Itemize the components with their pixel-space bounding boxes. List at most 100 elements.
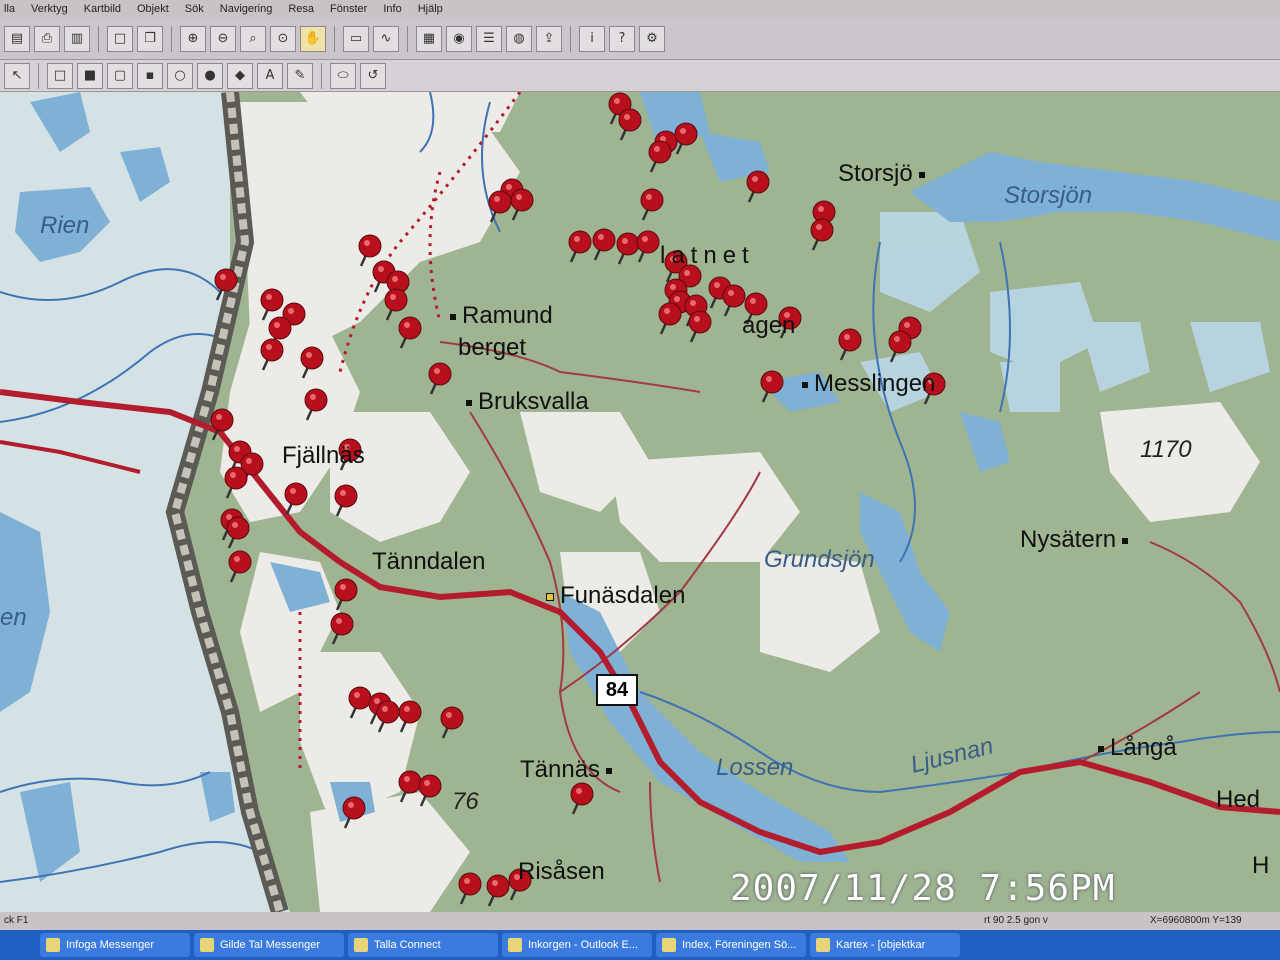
filled-rounded-rect-icon[interactable]: ▪	[137, 62, 163, 89]
window-icon	[46, 938, 60, 952]
map-pushpin[interactable]	[214, 268, 238, 301]
menu-item-6[interactable]: Resa	[288, 3, 314, 15]
zoom-out-icon[interactable]: ⊖	[210, 25, 236, 52]
list-icon[interactable]: ☰	[476, 25, 502, 52]
map-pushpin[interactable]	[260, 338, 284, 371]
map-canvas[interactable]: Ramund berget Bruksvalla Fjällnäs Tännda…	[0, 92, 1280, 912]
taskbar-button-1[interactable]: Gilde Tal Messenger	[194, 933, 344, 957]
pen-icon[interactable]: ✎	[287, 62, 313, 89]
place-langa: Långå	[1092, 734, 1177, 762]
place-ramundberget-1: Ramund	[444, 302, 553, 330]
water-grundsjon: Grundsjön	[764, 546, 875, 573]
map-pushpin[interactable]	[636, 230, 660, 263]
measure-icon[interactable]: ∿	[373, 25, 399, 52]
map-pushpin[interactable]	[348, 686, 372, 719]
map-pushpin[interactable]	[210, 408, 234, 441]
filled-circle-icon[interactable]: ●	[197, 62, 223, 89]
preview-icon[interactable]: ▥	[64, 25, 90, 52]
map-pushpin[interactable]	[440, 706, 464, 739]
map-pushpin[interactable]	[810, 218, 834, 251]
map-pushpin[interactable]	[330, 612, 354, 645]
map-pushpin[interactable]	[342, 796, 366, 829]
map-pushpin[interactable]	[458, 872, 482, 905]
menu-item-1[interactable]: Verktyg	[31, 3, 68, 15]
map-pushpin[interactable]	[304, 388, 328, 421]
map-pushpin[interactable]	[226, 516, 250, 549]
map-pushpin[interactable]	[568, 230, 592, 263]
taskbar-button-2[interactable]: Talla Connect	[348, 933, 498, 957]
settings-icon[interactable]: ⚙	[639, 25, 665, 52]
map-pushpin[interactable]	[398, 316, 422, 349]
print-icon[interactable]: ⎙	[34, 25, 60, 52]
map-pushpin[interactable]	[300, 346, 324, 379]
map-pushpin[interactable]	[486, 874, 510, 907]
place-fjallnas: Fjällnäs	[282, 442, 365, 469]
menu-item-0[interactable]: lla	[4, 3, 15, 15]
taskbar-button-5[interactable]: Kartex - [objektkar	[810, 933, 960, 957]
globe-icon[interactable]: ◍	[506, 25, 532, 52]
menu-item-7[interactable]: Fönster	[330, 3, 367, 15]
zoom-icon[interactable]: ⌕	[240, 25, 266, 52]
map-pushpin[interactable]	[334, 484, 358, 517]
map-pushpin[interactable]	[838, 328, 862, 361]
map-pushpin[interactable]	[760, 370, 784, 403]
map-pushpin[interactable]	[358, 234, 382, 267]
layers-icon[interactable]: ▦	[416, 25, 442, 52]
export-icon[interactable]: ⇪	[536, 25, 562, 52]
menu-item-2[interactable]: Kartbild	[84, 3, 121, 15]
ellipse-icon[interactable]: ⬭	[330, 62, 356, 89]
help-icon[interactable]: ?	[609, 25, 635, 52]
find-icon[interactable]: ◉	[446, 25, 472, 52]
map-pushpin[interactable]	[260, 288, 284, 321]
main-toolbar: ▤ ⎙ ▥ □ ❐ ⊕ ⊖ ⌕ ⊙ ✋ ▭ ∿ ▦ ◉ ☰ ◍ ⇪ i? ⚙	[0, 18, 1280, 60]
map-pushpin[interactable]	[658, 302, 682, 335]
taskbar-button-3[interactable]: Inkorgen - Outlook E...	[502, 933, 652, 957]
map-pushpin[interactable]	[428, 362, 452, 395]
map-pushpin[interactable]	[510, 188, 534, 221]
map-pushpin[interactable]	[616, 232, 640, 265]
open-icon[interactable]: ▤	[4, 25, 30, 52]
menu-item-8[interactable]: Info	[383, 3, 401, 15]
map-pushpin[interactable]	[228, 550, 252, 583]
status-bar: ck F1 rt 90 2.5 gon v X=6960800m Y=139	[0, 912, 1280, 930]
map-pushpin[interactable]	[384, 288, 408, 321]
polygon-icon[interactable]: ◆	[227, 62, 253, 89]
info-icon[interactable]: i	[579, 25, 605, 52]
zoom-area-icon[interactable]: ⊙	[270, 25, 296, 52]
map-pushpin[interactable]	[648, 140, 672, 173]
map-pushpin[interactable]	[334, 578, 358, 611]
taskbar-button-0[interactable]: Infoga Messenger	[40, 933, 190, 957]
zoom-in-icon[interactable]: ⊕	[180, 25, 206, 52]
map-pushpin[interactable]	[488, 190, 512, 223]
menu-item-5[interactable]: Navigering	[220, 3, 273, 15]
filled-rectangle-icon[interactable]: ■	[77, 62, 103, 89]
pointer-icon[interactable]: ↖	[4, 62, 30, 89]
menu-item-4[interactable]: Sök	[185, 3, 204, 15]
text-icon[interactable]: A	[257, 62, 283, 89]
taskbar-button-4[interactable]: Index, Föreningen Sö...	[656, 933, 806, 957]
blank-icon[interactable]: □	[107, 25, 133, 52]
circle-icon[interactable]: ○	[167, 62, 193, 89]
undo-icon[interactable]: ↺	[360, 62, 386, 89]
map-pushpin[interactable]	[376, 700, 400, 733]
map-pushpin[interactable]	[592, 228, 616, 261]
map-pushpin[interactable]	[398, 770, 422, 803]
map-pushpin[interactable]	[888, 330, 912, 363]
map-pushpin[interactable]	[640, 188, 664, 221]
menu-item-3[interactable]: Objekt	[137, 3, 169, 15]
map-pushpin[interactable]	[224, 466, 248, 499]
map-pushpin[interactable]	[570, 782, 594, 815]
map-pushpin[interactable]	[674, 122, 698, 155]
map-pushpin[interactable]	[746, 170, 770, 203]
map-pushpin[interactable]	[418, 774, 442, 807]
map-pushpin[interactable]	[688, 310, 712, 343]
copy-icon[interactable]: ❐	[137, 25, 163, 52]
map-pushpin[interactable]	[284, 482, 308, 515]
pan-hand-icon[interactable]: ✋	[300, 25, 326, 52]
scale-icon[interactable]: ▭	[343, 25, 369, 52]
menu-item-9[interactable]: Hjälp	[418, 3, 443, 15]
map-pushpin[interactable]	[398, 700, 422, 733]
rectangle-icon[interactable]: □	[47, 62, 73, 89]
map-pushpin[interactable]	[618, 108, 642, 141]
rounded-rect-icon[interactable]: ▢	[107, 62, 133, 89]
